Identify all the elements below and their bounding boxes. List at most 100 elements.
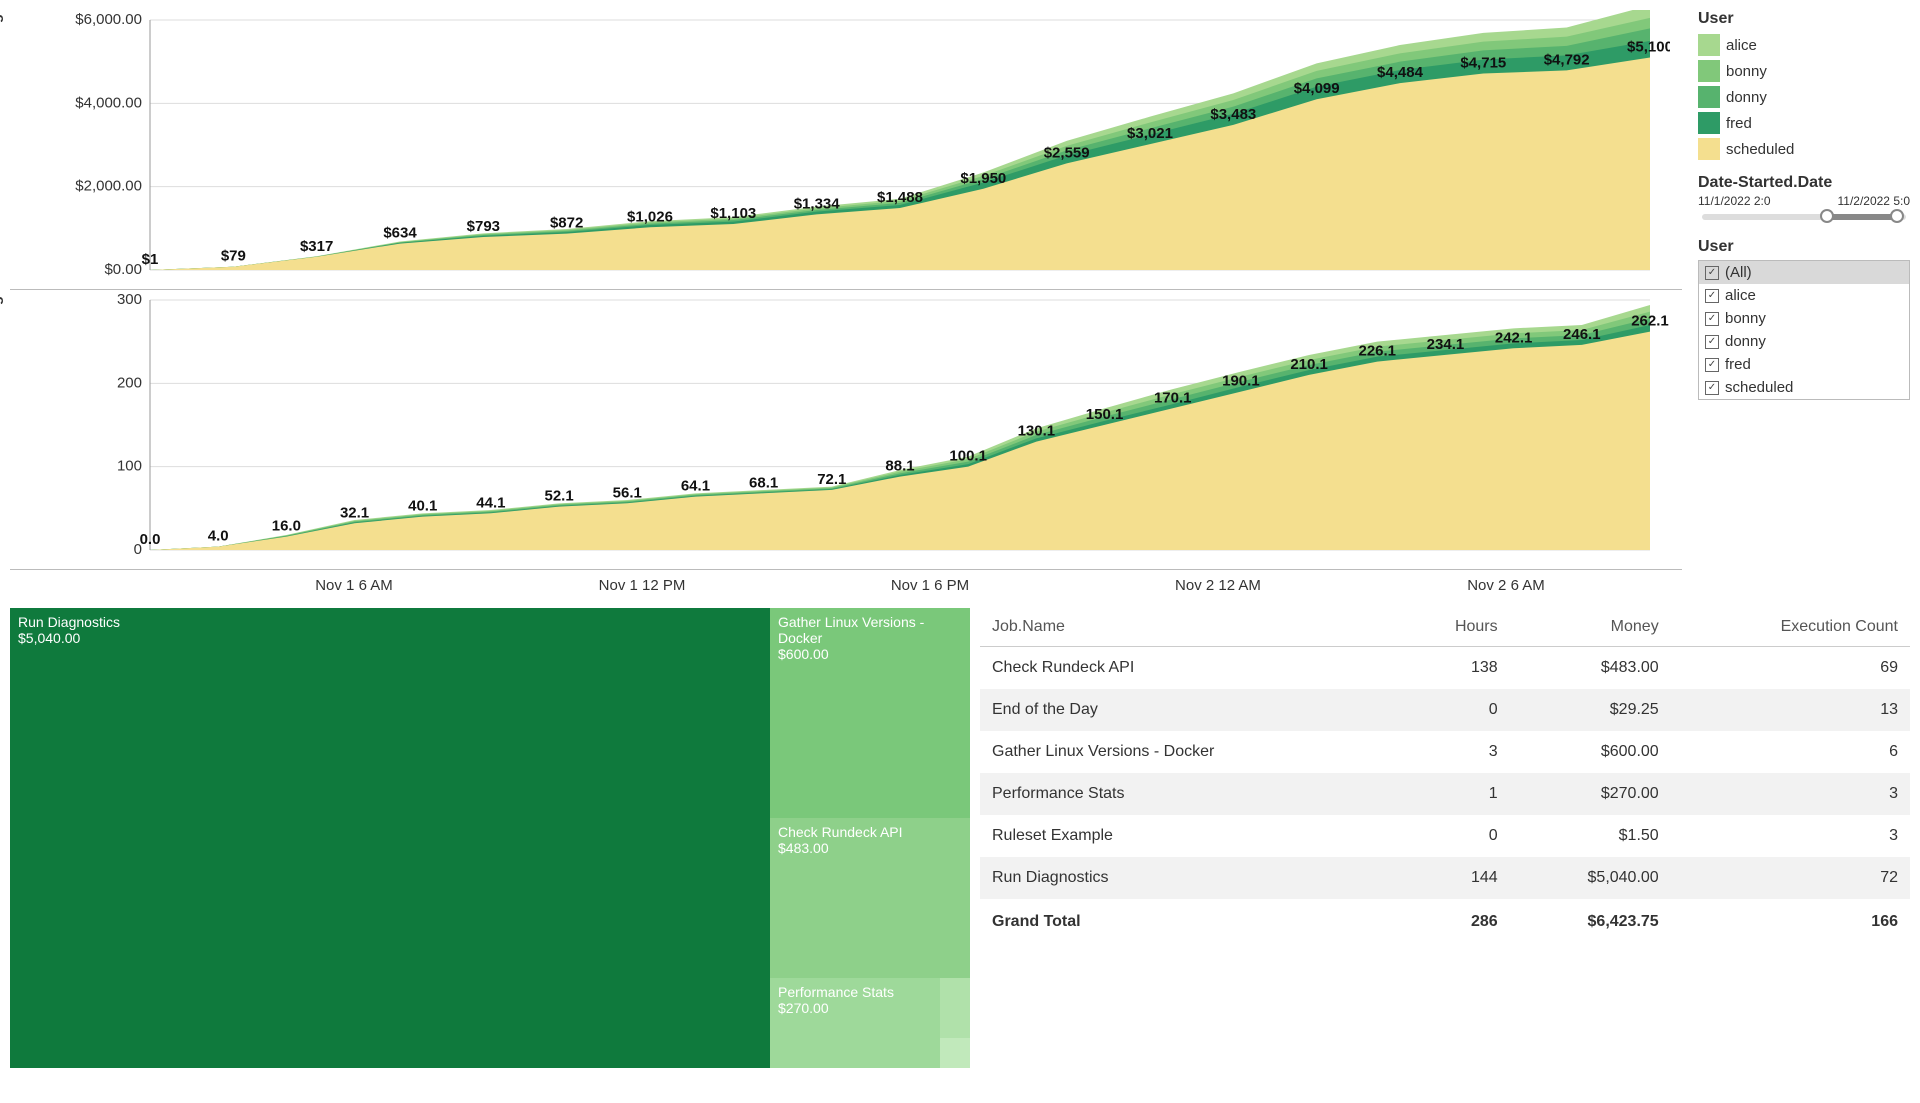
data-label: 40.1 [408,498,437,515]
money-chart-svg[interactable]: $0.00$2,000.00$4,000.00$6,000.00$1$79$31… [10,10,1670,290]
table-row[interactable]: Gather Linux Versions - Docker3$600.006 [980,731,1910,773]
col-header[interactable]: Job.Name [980,608,1397,647]
legend-label: donny [1726,89,1767,106]
area-scheduled[interactable] [150,58,1650,271]
data-label: 44.1 [476,494,505,511]
checkbox-icon: ✓ [1705,381,1719,395]
data-label: 190.1 [1222,373,1260,390]
treemap-cell-name: Run Diagnostics [18,614,762,630]
data-label: $793 [467,218,500,235]
legend-label: bonny [1726,63,1767,80]
slider-handle-right[interactable] [1890,209,1904,223]
treemap-cell[interactable] [940,1038,970,1068]
legend-item-scheduled[interactable]: scheduled [1698,136,1910,162]
table-row[interactable]: Ruleset Example0$1.503 [980,815,1910,857]
data-label: 88.1 [885,458,914,475]
table-row[interactable]: End of the Day0$29.2513 [980,689,1910,731]
treemap-cell-value: $600.00 [778,646,962,662]
data-label: $1 [142,251,159,268]
filter-item-fred[interactable]: ✓fred [1699,353,1909,376]
treemap-cell-value: $5,040.00 [18,630,762,646]
checkbox-icon: ✓ [1705,335,1719,349]
x-tick: Nov 1 6 AM [315,577,393,594]
y-tick: $2,000.00 [75,178,142,195]
filter-item-alice[interactable]: ✓alice [1699,284,1909,307]
treemap[interactable]: Run Diagnostics$5,040.00Gather Linux Ver… [10,608,970,1068]
data-label: $4,484 [1377,64,1424,81]
data-label: $5,100 [1627,39,1670,56]
checkbox-icon: ✓ [1705,289,1719,303]
data-label: 234.1 [1427,336,1465,353]
data-label: $872 [550,215,583,232]
treemap-cell-name: Check Rundeck API [778,824,962,840]
x-tick: Nov 1 12 PM [599,577,686,594]
data-label: $1,334 [794,195,841,212]
job-table-wrap: Job.NameHoursMoneyExecution Count Check … [980,608,1910,1068]
treemap-cell-name: Performance Stats [778,984,932,1000]
shared-x-axis: Nov 1 6 AM Nov 1 12 PM Nov 1 6 PM Nov 2 12 … [10,570,1670,600]
data-label: 262.1 [1631,313,1669,330]
table-row[interactable]: Run Diagnostics144$5,040.0072 [980,857,1910,899]
checkbox-icon: ✓ [1705,312,1719,326]
data-label: 246.1 [1563,326,1601,343]
hours-y-label: Running Sum of Hours [0,193,4,356]
legend-item-alice[interactable]: alice [1698,32,1910,58]
slider-handle-left[interactable] [1820,209,1834,223]
data-label: $634 [383,225,417,242]
y-tick: $6,000.00 [75,11,142,28]
area-scheduled[interactable] [150,332,1650,550]
legend-swatch [1698,86,1720,108]
money-y-label: Running Sum of Money [0,0,4,74]
filter-item-bonny[interactable]: ✓bonny [1699,307,1909,330]
table-row[interactable]: Performance Stats1$270.003 [980,773,1910,815]
filter-item-all[interactable]: ✓(All) [1699,261,1909,284]
data-label: 64.1 [681,478,710,495]
treemap-cell[interactable]: Performance Stats$270.00 [770,978,940,1068]
treemap-cell[interactable]: Gather Linux Versions - Docker$600.00 [770,608,970,818]
data-label: 32.1 [340,504,369,521]
legend-swatch [1698,60,1720,82]
data-label: 226.1 [1358,343,1396,360]
legend-item-donny[interactable]: donny [1698,84,1910,110]
x-tick: Nov 1 6 PM [891,577,969,594]
data-label: $1,950 [960,170,1006,187]
money-chart[interactable]: Running Sum of Money $0.00$2,000.00$4,00… [10,10,1682,290]
x-tick: Nov 2 6 AM [1467,577,1545,594]
data-label: $3,021 [1127,125,1173,142]
data-label: $2,559 [1044,144,1090,161]
filter-item-scheduled[interactable]: ✓scheduled [1699,376,1909,399]
data-label: $1,026 [627,208,673,225]
treemap-cell-value: $483.00 [778,840,962,856]
checkbox-icon: ✓ [1705,358,1719,372]
legend-item-fred[interactable]: fred [1698,110,1910,136]
treemap-cell[interactable]: Run Diagnostics$5,040.00 [10,608,770,1068]
job-table: Job.NameHoursMoneyExecution Count Check … [980,608,1910,945]
treemap-cell-value: $270.00 [778,1000,932,1016]
col-header[interactable]: Money [1510,608,1671,647]
table-row[interactable]: Check Rundeck API138$483.0069 [980,647,1910,690]
y-tick: 100 [117,458,142,475]
data-label: 130.1 [1018,423,1056,440]
data-label: $3,483 [1210,106,1256,123]
hours-chart-svg[interactable]: 01002003000.04.016.032.140.144.152.156.1… [10,290,1670,570]
treemap-cell[interactable] [940,978,970,1038]
date-slider-title: Date-Started.Date [1698,174,1910,192]
legend-title: User [1698,10,1910,28]
legend-swatch [1698,112,1720,134]
date-slider[interactable] [1702,214,1906,220]
legend-swatch [1698,138,1720,160]
treemap-cell[interactable]: Check Rundeck API$483.00 [770,818,970,978]
col-header[interactable]: Hours [1397,608,1510,647]
data-label: $4,792 [1544,51,1590,68]
legend-label: alice [1726,37,1757,54]
col-header[interactable]: Execution Count [1671,608,1910,647]
user-filter-list: ✓(All)✓alice✓bonny✓donny✓fred✓scheduled [1698,260,1910,400]
data-label: $79 [221,248,246,265]
legend-item-bonny[interactable]: bonny [1698,58,1910,84]
data-label: 52.1 [544,488,573,505]
legend-items: alice bonny donny fredscheduled [1698,32,1910,162]
hours-chart[interactable]: Running Sum of Hours 01002003000.04.016.… [10,290,1682,570]
legend-swatch [1698,34,1720,56]
x-tick: Nov 2 12 AM [1175,577,1261,594]
filter-item-donny[interactable]: ✓donny [1699,330,1909,353]
